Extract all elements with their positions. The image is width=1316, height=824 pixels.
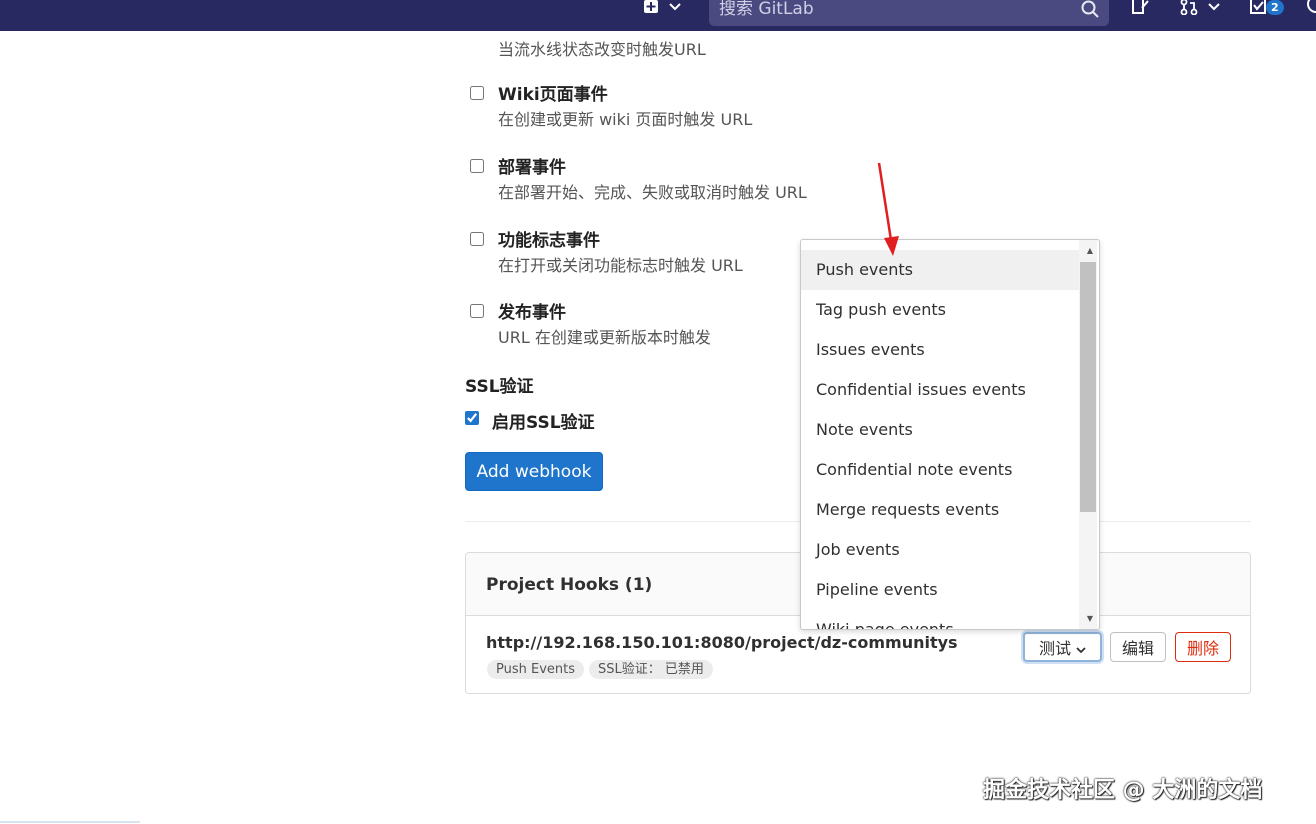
dropdown-item-confidential-issues-events[interactable]: Confidential issues events xyxy=(801,370,1079,410)
todo-count-badge[interactable]: 2 xyxy=(1266,0,1284,15)
hook-url: http://192.168.150.101:8080/project/dz-c… xyxy=(486,633,958,652)
event-description: URL 在创建或更新版本时触发 xyxy=(498,328,711,347)
ssl-heading: SSL验证 xyxy=(465,377,534,397)
help-icon[interactable] xyxy=(1304,0,1316,17)
chevron-down-icon[interactable] xyxy=(669,0,681,15)
plus-square-icon[interactable] xyxy=(643,0,659,17)
test-hook-button[interactable]: 测试 xyxy=(1023,632,1102,662)
dropdown-item-confidential-note-events[interactable]: Confidential note events xyxy=(801,450,1079,490)
scroll-down-arrow-icon[interactable]: ▼ xyxy=(1087,614,1093,623)
dropdown-scrollbar-thumb[interactable] xyxy=(1080,262,1096,512)
event-title: Wiki页面事件 xyxy=(498,85,608,105)
watermark: 掘金技术社区 @ 大洲的文档 xyxy=(983,778,1263,803)
dropdown-item-wiki-page-events[interactable]: Wiki page events xyxy=(801,610,1079,629)
test-event-dropdown: Push events Tag push events Issues event… xyxy=(800,239,1100,630)
add-webhook-button[interactable]: Add webhook xyxy=(465,452,603,491)
event-title: 部署事件 xyxy=(498,158,566,178)
event-release-checkbox[interactable] xyxy=(470,304,484,318)
top-navbar: 2 xyxy=(0,0,1316,31)
event-wiki-page-checkbox[interactable] xyxy=(470,86,484,100)
chevron-down-icon[interactable] xyxy=(1208,0,1220,15)
test-hook-label: 测试 xyxy=(1038,639,1071,658)
event-description: 在部署开始、完成、失败或取消时触发 URL xyxy=(498,183,807,202)
search-input[interactable] xyxy=(719,0,1059,24)
edit-hook-button[interactable]: 编辑 xyxy=(1110,632,1166,662)
event-description: 在打开或关闭功能标志时触发 URL xyxy=(498,256,743,275)
dropdown-item-job-events[interactable]: Job events xyxy=(801,530,1079,570)
ssl-enable-checkbox[interactable] xyxy=(465,411,479,425)
ssl-enable-label[interactable]: 启用SSL验证 xyxy=(492,408,595,433)
bottom-edge-line xyxy=(0,821,140,823)
hook-tag-push-events: Push Events xyxy=(487,660,585,679)
event-description: 在创建或更新 wiki 页面时触发 URL xyxy=(498,110,753,129)
event-title: 功能标志事件 xyxy=(498,231,600,251)
event-feature-flag-checkbox[interactable] xyxy=(470,232,484,246)
event-deployment-checkbox[interactable] xyxy=(470,159,484,173)
dropdown-item-issues-events[interactable]: Issues events xyxy=(801,330,1079,370)
scroll-up-arrow-icon[interactable]: ▲ xyxy=(1087,246,1093,255)
dropdown-item-merge-requests-events[interactable]: Merge requests events xyxy=(801,490,1079,530)
pipeline-event-description: 当流水线状态改变时触发URL xyxy=(498,40,706,59)
test-event-list: Push events Tag push events Issues event… xyxy=(801,250,1079,629)
event-title: 发布事件 xyxy=(498,303,566,323)
issues-icon[interactable] xyxy=(1131,0,1149,18)
search-box[interactable] xyxy=(709,0,1109,26)
hook-tag-ssl: SSL验证： 已禁用 xyxy=(589,660,713,679)
search-icon[interactable] xyxy=(1081,0,1099,22)
delete-hook-button[interactable]: 删除 xyxy=(1175,632,1231,662)
dropdown-item-push-events[interactable]: Push events xyxy=(801,250,1079,290)
dropdown-item-tag-push-events[interactable]: Tag push events xyxy=(801,290,1079,330)
project-hooks-title: Project Hooks (1) xyxy=(486,575,653,595)
merge-request-icon[interactable] xyxy=(1180,0,1200,18)
dropdown-item-note-events[interactable]: Note events xyxy=(801,410,1079,450)
chevron-down-icon xyxy=(1076,639,1086,658)
dropdown-item-pipeline-events[interactable]: Pipeline events xyxy=(801,570,1079,610)
